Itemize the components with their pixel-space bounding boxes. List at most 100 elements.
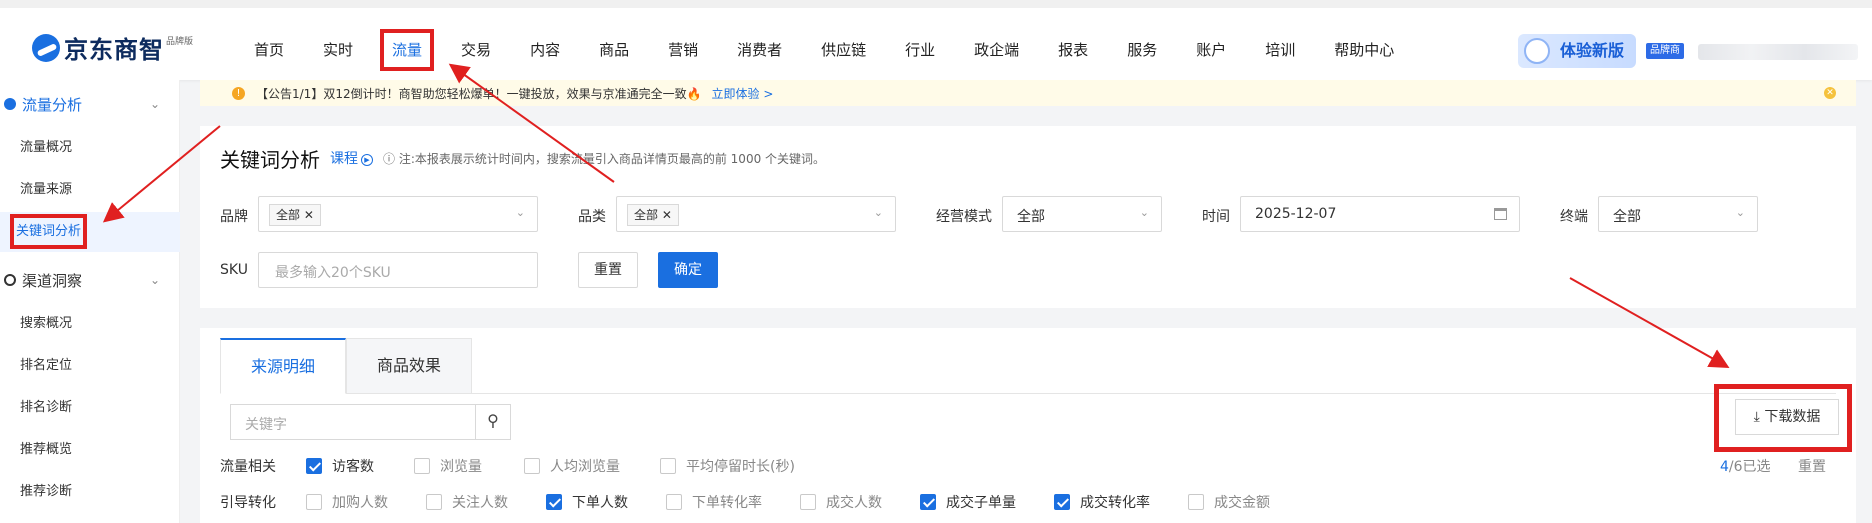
checkbox-deal-amount[interactable]: 成交金额 — [1188, 492, 1270, 512]
try-now-link[interactable]: 立即体验 > — [712, 85, 774, 102]
sidebar-group-channel-insight[interactable]: 渠道洞察 ⌄ — [0, 256, 180, 304]
checkbox-avg-stay-time[interactable]: 平均停留时长(秒) — [660, 456, 795, 476]
checkbox-pageviews[interactable]: 浏览量 — [414, 456, 482, 476]
announcement-text: 【公告1/1】双12倒计时！商智助您轻松爆单！一键投放，效果与京准通完全一致🔥 — [256, 86, 702, 101]
checkbox-order-conversion[interactable]: 下单转化率 — [666, 492, 762, 512]
account-name-blurred[interactable] — [1698, 44, 1858, 60]
checkbox-box[interactable] — [800, 494, 816, 510]
nav-item-realtime[interactable]: 实时 — [309, 32, 367, 68]
checkbox-box[interactable] — [1188, 494, 1204, 510]
nav-item-account[interactable]: 账户 — [1182, 32, 1240, 68]
sku-input[interactable]: 最多输入20个SKU — [258, 252, 538, 288]
checkbox-deal-suborders[interactable]: 成交子单量 — [920, 492, 1016, 512]
checkbox-deal-conversion[interactable]: 成交转化率 — [1054, 492, 1150, 512]
category-select[interactable]: 全部 ✕ ⌄ — [616, 196, 896, 232]
sidebar-item-rank-diagnosis[interactable]: 排名诊断 — [0, 388, 180, 428]
nav-item-training[interactable]: 培训 — [1251, 32, 1309, 68]
nav-item-marketing[interactable]: 营销 — [654, 32, 712, 68]
nav-item-consumer[interactable]: 消费者 — [723, 32, 796, 68]
checkbox-label: 成交人数 — [826, 495, 882, 511]
sidebar-item-search-overview[interactable]: 搜索概况 — [0, 304, 180, 344]
download-data-button[interactable]: ⤓ 下载数据 — [1735, 399, 1839, 435]
logo[interactable]: 京东商智 品牌版 — [32, 30, 193, 65]
sidebar-item-traffic-source[interactable]: 流量来源 — [0, 170, 180, 210]
checkbox-box[interactable] — [1054, 494, 1070, 510]
nav-item-reports[interactable]: 报表 — [1044, 32, 1102, 68]
category-label: 品类 — [578, 209, 606, 225]
warning-icon: ! — [232, 86, 245, 100]
checkbox-label: 浏览量 — [440, 459, 482, 475]
nav-item-trade[interactable]: 交易 — [447, 32, 505, 68]
chevron-down-icon: ⌄ — [149, 273, 160, 287]
nav-item-traffic[interactable]: 流量 — [378, 29, 436, 71]
sidebar-item-traffic-overview[interactable]: 流量概况 — [0, 128, 180, 168]
selected-number: 4 — [1720, 459, 1729, 475]
keyword-search-input[interactable]: 关键字 ⚲ — [230, 404, 511, 440]
checkbox-box[interactable] — [660, 458, 676, 474]
checkbox-avg-pageviews[interactable]: 人均浏览量 — [524, 456, 620, 476]
tab-product-effect[interactable]: 商品效果 — [346, 338, 472, 394]
announcement-bar: ! 【公告1/1】双12倒计时！商智助您轻松爆单！一键投放，效果与京准通完全一致… — [200, 80, 1856, 106]
brand-select[interactable]: 全部 ✕ ⌄ — [258, 196, 538, 232]
tab-source-detail[interactable]: 来源明细 — [220, 338, 346, 394]
checkbox-box[interactable] — [306, 494, 322, 510]
checkbox-add-cart[interactable]: 加购人数 — [306, 492, 388, 512]
checkbox-box[interactable] — [666, 494, 682, 510]
checkbox-label: 成交金额 — [1214, 495, 1270, 511]
checkbox-label: 平均停留时长(秒) — [686, 459, 795, 475]
page-title: 关键词分析 — [220, 148, 320, 172]
conversion-metrics-row: 引导转化 加购人数 关注人数 下单人数 下单转化率 成交人数 成交子单量 成交转… — [220, 492, 1308, 512]
sidebar-item-rank-position[interactable]: 排名定位 — [0, 346, 180, 386]
mascot-icon — [1524, 38, 1550, 64]
try-new-label: 体验新版 — [1560, 41, 1625, 60]
business-mode-label: 经营模式 — [936, 209, 992, 225]
pie-chart-icon — [4, 98, 16, 110]
sidebar-item-recommend-overview[interactable]: 推荐概览 — [0, 430, 180, 470]
nav-item-help[interactable]: 帮助中心 — [1320, 32, 1408, 68]
checkbox-box[interactable] — [306, 458, 322, 474]
course-link[interactable]: 课程 ▶ — [330, 148, 373, 168]
download-highlight-box: ⤓ 下载数据 — [1714, 384, 1852, 452]
close-icon[interactable]: ✕ — [1824, 87, 1836, 99]
logo-text: 京东商智 — [64, 36, 164, 64]
business-mode-select[interactable]: 全部 ⌄ — [1002, 196, 1162, 232]
terminal-select[interactable]: 全部 ⌄ — [1598, 196, 1758, 232]
calendar-icon — [1494, 208, 1507, 220]
checkbox-box[interactable] — [920, 494, 936, 510]
category-tag[interactable]: 全部 ✕ — [627, 204, 679, 226]
search-icon[interactable]: ⚲ — [475, 404, 511, 440]
sidebar-group-traffic-analysis[interactable]: 流量分析 ⌄ — [0, 80, 180, 128]
nav-item-home[interactable]: 首页 — [240, 32, 298, 68]
brand-badge: 品牌商 — [1646, 43, 1684, 59]
checkbox-box[interactable] — [426, 494, 442, 510]
brand-tag[interactable]: 全部 ✕ — [269, 204, 321, 226]
nav-item-content[interactable]: 内容 — [516, 32, 574, 68]
sidebar-item-keyword-analysis[interactable]: 关键词分析 — [0, 212, 180, 252]
reset-metrics-link[interactable]: 重置 — [1798, 456, 1826, 476]
checkbox-visitors[interactable]: 访客数 — [306, 456, 374, 476]
try-new-version-button[interactable]: 体验新版 — [1518, 34, 1636, 68]
download-label: 下载数据 — [1764, 409, 1821, 425]
checkbox-box[interactable] — [546, 494, 562, 510]
date-value: 2025-12-07 — [1255, 206, 1337, 222]
sku-placeholder: 最多输入20个SKU — [275, 265, 391, 281]
date-picker[interactable]: 2025-12-07 — [1240, 196, 1520, 232]
reset-button[interactable]: 重置 — [578, 252, 638, 288]
checkbox-box[interactable] — [414, 458, 430, 474]
nav-item-service[interactable]: 服务 — [1113, 32, 1171, 68]
report-note: ⓘ 注:本报表展示统计时间内，搜索流量引入商品详情页最高的前 1000 个关键词… — [383, 152, 826, 166]
nav-item-government[interactable]: 政企端 — [960, 32, 1033, 68]
sidebar: 流量分析 ⌄ 流量概况 流量来源 关键词分析 渠道洞察 ⌄ 搜索概况 排名定位 … — [0, 80, 180, 523]
confirm-button[interactable]: 确定 — [658, 252, 718, 288]
checkbox-order-users[interactable]: 下单人数 — [546, 492, 628, 512]
sidebar-group-label: 渠道洞察 — [22, 271, 83, 290]
nav-item-industry[interactable]: 行业 — [891, 32, 949, 68]
checkbox-followers[interactable]: 关注人数 — [426, 492, 508, 512]
sidebar-item-recommend-diagnosis[interactable]: 推荐诊断 — [0, 472, 180, 512]
nav-item-supply-chain[interactable]: 供应链 — [807, 32, 880, 68]
row-label: 引导转化 — [220, 495, 276, 511]
checkbox-label: 人均浏览量 — [550, 459, 620, 475]
checkbox-box[interactable] — [524, 458, 540, 474]
checkbox-deal-users[interactable]: 成交人数 — [800, 492, 882, 512]
nav-item-product[interactable]: 商品 — [585, 32, 643, 68]
